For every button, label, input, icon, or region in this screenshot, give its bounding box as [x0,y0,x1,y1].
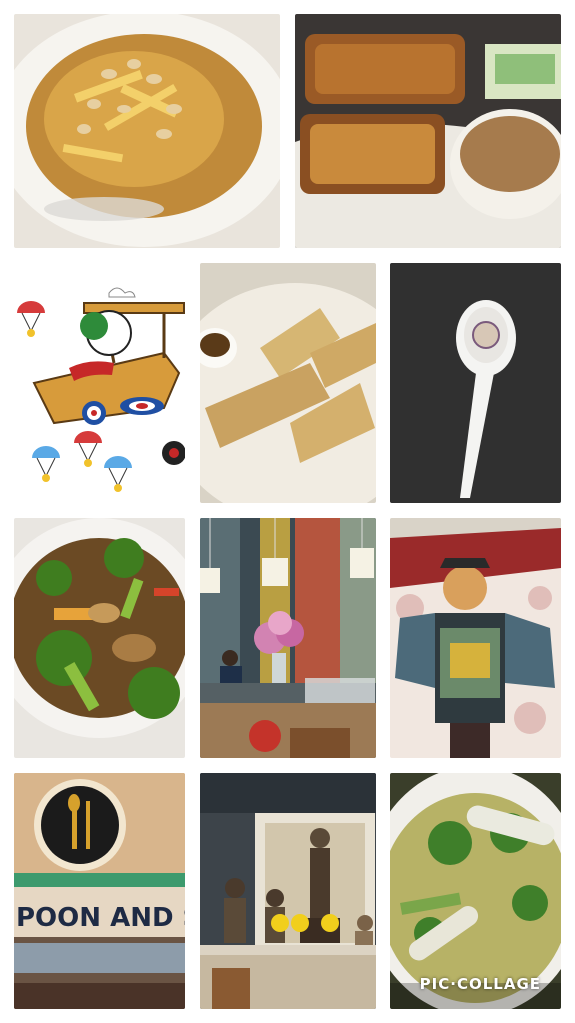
restaurant-counter-photo [200,518,376,758]
curry-bowl-photo [14,14,280,248]
stir-fry-broccoli-photo [14,518,185,758]
spoon-on-table-photo [390,263,561,503]
photo-collage: { "collage": { "watermark": "PIC\u00b7CO… [0,0,575,1023]
snoopy-biplane-illustration [14,263,185,503]
buddha-altar-photo [200,773,376,1009]
sign-text: POON AND SU [16,903,185,933]
restaurant-sign-photo: POON AND SU [14,773,185,1009]
fried-tofu-photo [200,263,376,503]
pic-collage-watermark: PIC·COLLAGE [419,975,541,993]
satay-skewers-photo [295,14,561,248]
samurai-mural-photo [390,518,561,758]
vegetable-soup-photo: PIC·COLLAGE [390,773,561,1009]
